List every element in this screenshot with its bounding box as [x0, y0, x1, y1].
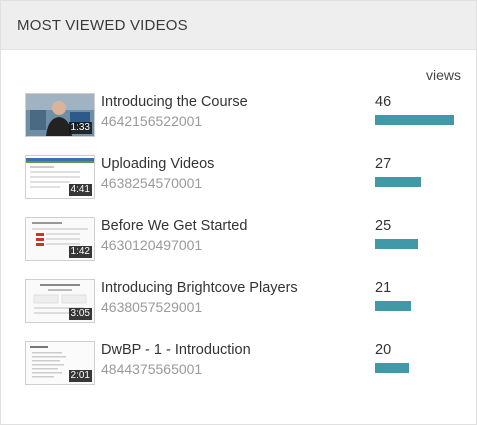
video-title[interactable]: Before We Get Started [101, 217, 247, 235]
view-count: 46 [375, 94, 392, 110]
video-row: 4:41 Uploading Videos 4638254570001 27 [1, 155, 476, 217]
video-title[interactable]: Uploading Videos [101, 155, 214, 173]
duration-label: 1:42 [68, 246, 92, 258]
views-column-header: views [425, 67, 461, 83]
view-count: 20 [375, 342, 392, 358]
video-id: 4844375565001 [101, 361, 203, 377]
views-bar [375, 363, 409, 373]
video-id: 4638057529001 [101, 299, 203, 315]
video-list: 1:33 Introducing the Course 464215652200… [1, 93, 476, 403]
views-bar [375, 177, 421, 187]
video-row: 2:01 DwBP - 1 - Introduction 48443755650… [1, 341, 476, 403]
views-bar [375, 239, 418, 249]
video-thumbnail[interactable]: 2:01 [25, 341, 95, 385]
view-count: 25 [375, 218, 392, 234]
video-thumbnail[interactable]: 1:42 [25, 217, 95, 261]
duration-label: 1:33 [68, 122, 92, 134]
view-count: 21 [375, 280, 392, 296]
video-id: 4630120497001 [101, 237, 203, 253]
video-thumbnail[interactable]: 4:41 [25, 155, 95, 199]
video-row: 1:33 Introducing the Course 464215652200… [1, 93, 476, 155]
video-id: 4642156522001 [101, 113, 203, 129]
panel-header: MOST VIEWED VIDEOS [1, 1, 476, 50]
video-row: 3:05 Introducing Brightcove Players 4638… [1, 279, 476, 341]
views-bar [375, 115, 454, 125]
panel-title: MOST VIEWED VIDEOS [17, 16, 188, 34]
video-title[interactable]: Introducing Brightcove Players [101, 279, 298, 297]
video-title[interactable]: DwBP - 1 - Introduction [101, 341, 251, 359]
video-thumbnail[interactable]: 3:05 [25, 279, 95, 323]
video-thumbnail[interactable]: 1:33 [25, 93, 95, 137]
duration-label: 3:05 [68, 308, 92, 320]
view-count: 27 [375, 156, 392, 172]
video-title[interactable]: Introducing the Course [101, 93, 248, 111]
duration-label: 4:41 [68, 184, 92, 196]
most-viewed-videos-panel: MOST VIEWED VIDEOS views 1:33 Introducin… [0, 0, 477, 425]
duration-label: 2:01 [68, 370, 92, 382]
views-bar [375, 301, 411, 311]
video-row: 1:42 Before We Get Started 4630120497001… [1, 217, 476, 279]
video-id: 4638254570001 [101, 175, 203, 191]
